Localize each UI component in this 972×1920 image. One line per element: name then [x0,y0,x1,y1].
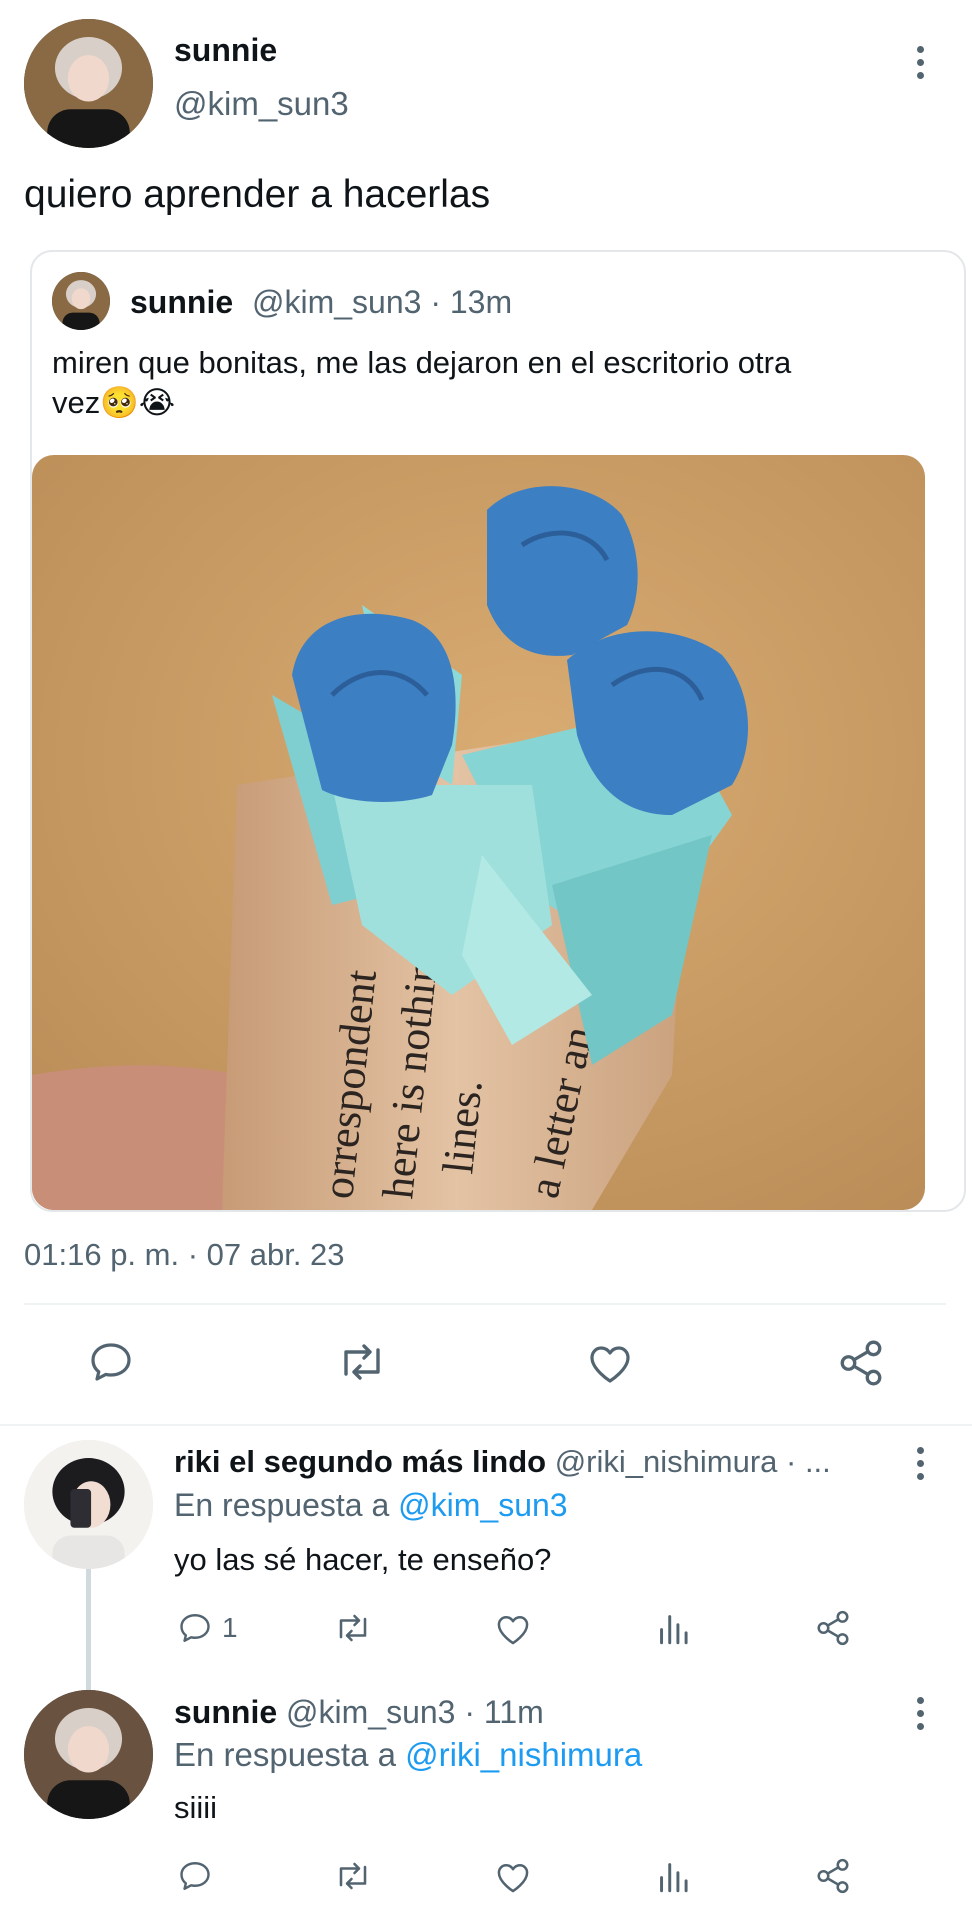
reply-header: riki el segundo más lindo @riki_nishimur… [174,1442,831,1482]
reply-handle-time[interactable]: @kim_sun3 · 11m [286,1694,544,1730]
more-icon[interactable] [915,1697,925,1730]
reply-context: En respuesta a @riki_nishimura [174,1735,642,1775]
quoted-author-avatar [52,272,110,330]
quoted-display-name: sunnie [130,284,234,320]
reply-text: yo las sé hacer, te enseño? [174,1542,552,1577]
reply-avatar[interactable] [24,1690,153,1819]
emoji: 🥺😭 [100,385,176,420]
more-icon[interactable] [915,46,925,79]
retweet-icon[interactable] [332,1858,374,1894]
tweet-timestamp[interactable]: 01:16 p. m. · 07 abr. 23 [24,1235,345,1275]
reply-header: sunnie @kim_sun3 · 11m [174,1692,544,1732]
reply-context: En respuesta a @kim_sun3 [174,1485,568,1525]
views-icon[interactable] [656,1858,690,1894]
reply-handle-time[interactable]: @riki_nishimura · ... [555,1444,831,1479]
reply-icon[interactable] [176,1858,214,1894]
tweet-text: quiero aprender a hacerlas [24,173,491,216]
reply-display-name[interactable]: riki el segundo más lindo [174,1444,546,1479]
more-icon[interactable] [915,1447,925,1480]
author-avatar[interactable] [24,19,153,148]
quoted-text-line-2-text: vez [52,385,101,420]
mention-link[interactable]: @riki_nishimura [405,1736,642,1773]
avatar-image [24,1440,153,1569]
reply-icon[interactable] [86,1338,136,1386]
divider [0,1424,972,1426]
quoted-text-line-1: miren que bonitas, me las dejaron en el … [52,345,792,380]
retweet-icon[interactable] [334,1338,390,1386]
avatar-image [52,272,110,330]
author-display-name[interactable]: sunnie [174,30,277,70]
quoted-text: miren que bonitas, me las dejaron en el … [52,343,952,423]
quoted-photo[interactable]: orrespondent here is nothin lines. a let… [32,455,925,1210]
reply-display-name[interactable]: sunnie [174,1694,277,1730]
views-icon[interactable] [656,1610,690,1646]
quoted-handle-time: @kim_sun3 · 13m [252,284,513,320]
svg-text:lines.: lines. [433,1077,492,1176]
reply-prefix: En respuesta a [174,1736,396,1773]
like-icon[interactable] [494,1611,532,1647]
like-icon[interactable] [586,1340,634,1386]
avatar-image [24,1690,153,1819]
divider [24,1303,946,1305]
reply-count: 1 [222,1612,238,1643]
paper-roses-photo: orrespondent here is nothin lines. a let… [32,455,925,1210]
reply-prefix: En respuesta a [174,1487,390,1523]
reply-text: siiii [174,1790,218,1825]
share-icon[interactable] [814,1609,852,1647]
share-icon[interactable] [836,1338,886,1388]
share-icon[interactable] [814,1857,852,1895]
quoted-text-line-2: vez🥺😭 [52,383,952,423]
avatar-image [24,19,153,148]
thread-line [86,1566,91,1696]
author-handle[interactable]: @kim_sun3 [174,84,349,124]
reply-avatar[interactable] [24,1440,153,1569]
retweet-icon[interactable] [332,1610,374,1646]
reply-icon[interactable] [176,1610,214,1646]
like-icon[interactable] [494,1859,532,1895]
mention-link[interactable]: @kim_sun3 [398,1487,567,1523]
